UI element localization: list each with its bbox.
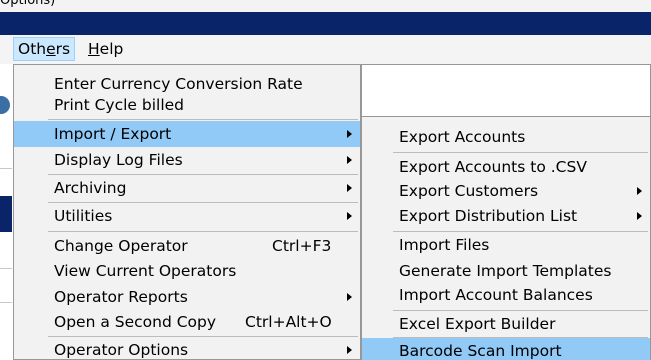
menu-item-label: Open a Second Copy: [54, 313, 217, 331]
menu-item-view-current-operators[interactable]: View Current Operators: [14, 258, 360, 284]
submenu-arrow-icon: [347, 156, 352, 164]
menu-separator: [393, 152, 648, 153]
menu-item-utilities[interactable]: Utilities: [14, 203, 360, 229]
app-top-text: Options): [0, 0, 56, 8]
menu-others[interactable]: Others: [13, 37, 76, 61]
menu-item-label: Generate Import Templates: [399, 262, 612, 280]
menu-item-label: Import Files: [399, 236, 490, 254]
submenu-arrow-icon: [347, 212, 352, 220]
menu-item-generate-import-templates[interactable]: Generate Import Templates: [362, 258, 650, 284]
menu-separator: [48, 231, 358, 232]
background-divider: [0, 268, 12, 269]
menu-item-label: View Current Operators: [54, 262, 237, 280]
menu-item-label: Operator Options: [54, 341, 189, 359]
menu-item-excel-export-builder[interactable]: Excel Export Builder: [362, 311, 650, 337]
menu-item-display-log-files[interactable]: Display Log Files: [14, 147, 360, 173]
menu-item-label: Utilities: [54, 207, 113, 225]
menu-help-post: elp: [99, 40, 124, 58]
background-divider: [0, 302, 12, 303]
menu-item-operator-options[interactable]: Operator Options: [14, 337, 360, 360]
menu-item-export-accounts[interactable]: Export Accounts: [362, 124, 650, 150]
submenu-blank-area: [362, 65, 650, 117]
menu-item-import-account-balances[interactable]: Import Account Balances: [362, 282, 650, 308]
menu-item-label: Excel Export Builder: [399, 315, 556, 333]
menu-item-label: Export Accounts: [399, 128, 526, 146]
menu-help[interactable]: Help: [84, 37, 127, 61]
menu-item-label: Archiving: [54, 179, 127, 197]
submenu-arrow-icon: [637, 212, 642, 220]
title-bar: [0, 12, 651, 35]
submenu-arrow-icon: [347, 346, 352, 354]
menu-item-change-operator[interactable]: Change Operator Ctrl+F3: [14, 233, 360, 259]
menu-item-export-customers[interactable]: Export Customers: [362, 178, 650, 204]
others-dropdown-menu: Enter Currency Conversion Rate Print Cyc…: [13, 64, 361, 360]
menu-item-barcode-scan-import[interactable]: Barcode Scan Import: [362, 338, 650, 360]
menu-item-import-export[interactable]: Import / Export: [14, 121, 360, 147]
submenu-arrow-icon: [347, 184, 352, 192]
menu-bar: Others Help: [0, 35, 651, 64]
menu-item-shortcut: Ctrl+Alt+O: [245, 313, 332, 331]
menu-item-label: Change Operator: [54, 237, 188, 255]
menu-item-print-cycle-billed[interactable]: Print Cycle billed: [14, 92, 360, 118]
background-panel: [0, 196, 12, 232]
submenu-arrow-icon: [347, 130, 352, 138]
menu-item-import-files[interactable]: Import Files: [362, 232, 650, 258]
menu-others-pre: Oth: [18, 40, 47, 58]
menu-others-mnemonic: e: [46, 40, 56, 58]
menu-item-open-second-copy[interactable]: Open a Second Copy Ctrl+Alt+O: [14, 309, 360, 335]
background-divider: [0, 168, 12, 169]
menu-item-label: Export Accounts to .CSV: [399, 158, 587, 176]
app-top-strip: Options): [0, 0, 651, 12]
menu-item-label: Export Customers: [399, 182, 539, 200]
menu-item-export-accounts-csv[interactable]: Export Accounts to .CSV: [362, 154, 650, 180]
import-export-submenu: Export Accounts Export Accounts to .CSV …: [361, 64, 651, 360]
submenu-arrow-icon: [637, 187, 642, 195]
submenu-arrow-icon: [347, 293, 352, 301]
menu-item-label: Print Cycle billed: [54, 96, 185, 114]
menu-item-label: Operator Reports: [54, 288, 188, 306]
menu-item-operator-reports[interactable]: Operator Reports: [14, 284, 360, 310]
menu-help-mnemonic: H: [88, 40, 100, 58]
menu-item-label: Import / Export: [54, 125, 172, 143]
menu-item-label: Barcode Scan Import: [399, 342, 562, 360]
menu-item-export-distribution-list[interactable]: Export Distribution List: [362, 203, 650, 229]
menu-others-post: rs: [55, 40, 71, 58]
menu-item-label: Display Log Files: [54, 151, 183, 169]
menu-item-shortcut: Ctrl+F3: [272, 237, 332, 255]
menu-item-label: Import Account Balances: [399, 286, 593, 304]
menu-item-label: Export Distribution List: [399, 207, 578, 225]
menu-item-archiving[interactable]: Archiving: [14, 175, 360, 201]
menu-separator: [48, 119, 358, 120]
